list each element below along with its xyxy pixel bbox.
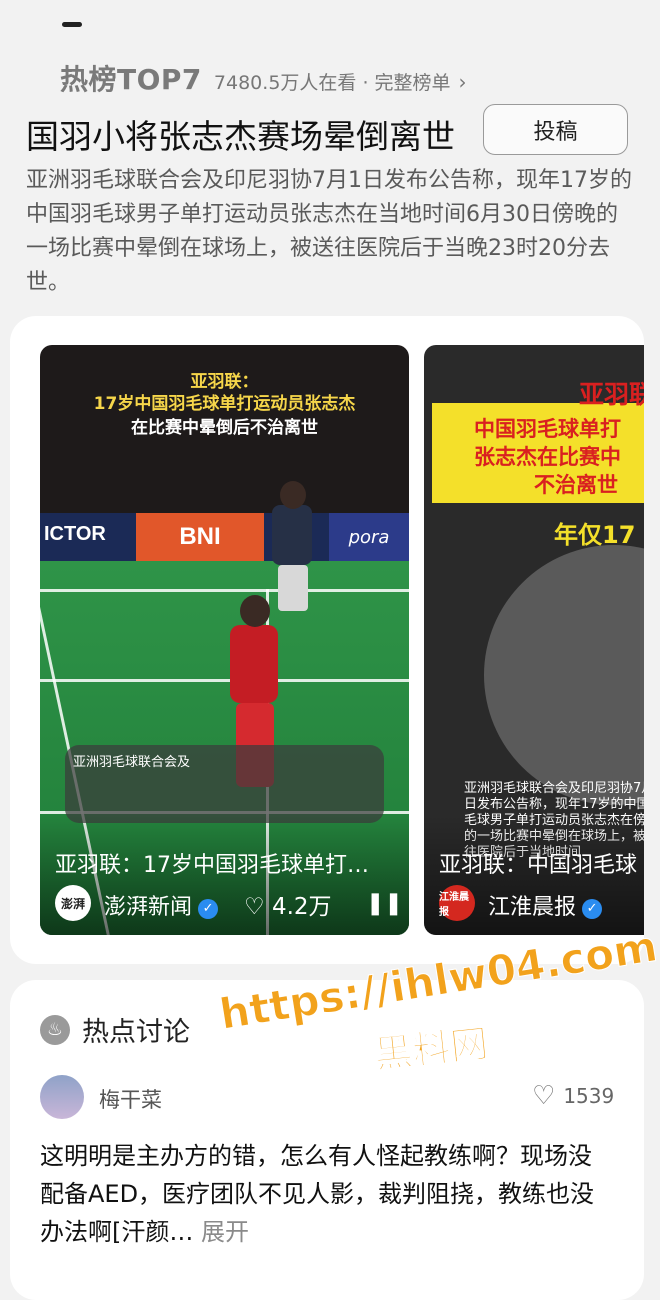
tab-indicator: [62, 22, 82, 27]
verified-icon: ✓: [582, 899, 603, 919]
like-count: 4.2万: [271, 894, 332, 920]
source-name-label: 江淮晨报: [488, 895, 577, 920]
hoarding-sponsor-right: pora: [329, 513, 409, 561]
discussion-section: ♨ 热点讨论 梅干菜 ♡ 1539 这明明是主办方的错，怎么有人怪起教练啊？现场…: [10, 980, 644, 1300]
view-count-link[interactable]: 7480.5万人在看 · 完整榜单: [214, 68, 451, 95]
video-title[interactable]: 亚羽联：中国羽毛球: [439, 847, 637, 879]
source-name[interactable]: 澎湃新闻 ✓: [104, 889, 219, 921]
flame-icon: ♨: [40, 1014, 70, 1045]
comment-body: 这明明是主办方的错，怎么有人怪起教练啊？现场没配备AED，医疗团队不见人影，裁判…: [40, 1137, 600, 1251]
like-button[interactable]: ♡ 4.2万: [244, 887, 332, 921]
topic-headline: 国羽小将张志杰赛场晕倒离世: [26, 117, 455, 156]
comment-like-button[interactable]: ♡ 1539: [532, 1081, 615, 1111]
source-name-label: 澎湃新闻: [104, 895, 193, 920]
hot-rank-bar[interactable]: 热榜TOP7 7480.5万人在看 · 完整榜单 ›: [60, 58, 467, 98]
hoarding-sponsor-left: ICTOR: [44, 523, 106, 545]
hoarding-sponsor-mid: BNI: [136, 513, 264, 561]
video-caption-line3: 在比赛中晕倒后不治离世: [131, 418, 318, 438]
discussion-header: ♨ 热点讨论: [40, 1010, 190, 1049]
chevron-right-icon: ›: [458, 70, 467, 94]
arena-hoarding: ICTOR BNI pora: [40, 513, 409, 561]
near-player-head: [240, 595, 270, 627]
news-ticker: 亚洲羽毛球联合会及: [65, 745, 384, 823]
comment-username[interactable]: 梅干菜: [99, 1084, 162, 1114]
video-caption-line2: 张志杰在比赛中: [474, 445, 621, 469]
source-avatar[interactable]: 江淮晨报: [439, 885, 475, 921]
video-card-thepaper[interactable]: ICTOR BNI pora 亚羽联： 17岁中国羽毛球单打运动员张志杰 在比赛…: [40, 345, 409, 935]
source-avatar[interactable]: 澎湃: [55, 885, 91, 921]
topic-summary: 亚洲羽毛球联合会及印尼羽协7月1日发布公告称，现年17岁的中国羽毛球男子单打运动…: [26, 168, 632, 295]
player-portrait: [484, 545, 644, 805]
avatar[interactable]: [40, 1075, 84, 1119]
discussion-title: 热点讨论: [82, 1017, 190, 1048]
video-header: 亚羽联: [578, 380, 644, 409]
comment-like-count: 1539: [563, 1084, 615, 1108]
heart-icon: ♡: [244, 894, 265, 920]
age-caption: 年仅17: [554, 521, 636, 549]
video-title[interactable]: 亚羽联：17岁中国羽毛球单打…: [55, 847, 369, 879]
comment-text: 这明明是主办方的错，怎么有人怪起教练啊？现场没配备AED，医疗团队不见人影，裁判…: [40, 1142, 595, 1246]
source-name[interactable]: 江淮晨报 ✓: [488, 889, 603, 921]
verified-icon: ✓: [198, 899, 219, 919]
video-caption-line2: 17岁中国羽毛球单打运动员张志杰: [93, 394, 356, 414]
video-caption-line3: 不治离世: [534, 473, 618, 497]
submit-button[interactable]: 投稿: [483, 104, 628, 155]
pause-icon[interactable]: ❚❚: [366, 891, 403, 916]
far-player-head: [280, 481, 306, 509]
near-player: [230, 625, 278, 703]
video-caption-line1: 中国羽毛球单打: [474, 417, 621, 441]
video-card-jianghuai[interactable]: 亚羽联 中国羽毛球单打 张志杰在比赛中 不治离世 年仅17 亚洲羽毛球联合会及印…: [424, 345, 644, 935]
expand-link[interactable]: 展开: [201, 1218, 249, 1246]
heart-icon: ♡: [532, 1081, 556, 1111]
video-caption: 中国羽毛球单打 张志杰在比赛中 不治离世: [474, 415, 621, 499]
far-player-legs: [278, 565, 308, 611]
video-carousel: ICTOR BNI pora 亚羽联： 17岁中国羽毛球单打运动员张志杰 在比赛…: [10, 316, 644, 964]
far-player: [272, 505, 312, 565]
rank-tag: 热榜TOP7: [60, 63, 202, 96]
ticker-text: 亚洲羽毛球联合会及: [73, 755, 191, 770]
